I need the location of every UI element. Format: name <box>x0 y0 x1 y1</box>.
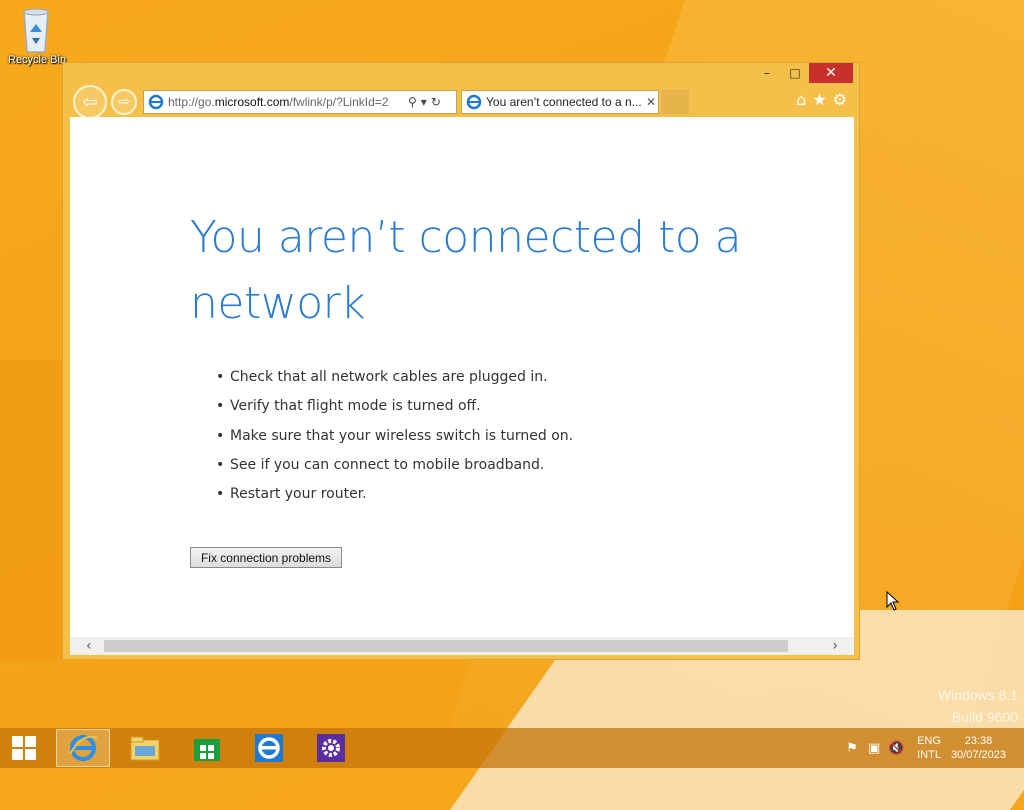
favorites-star-icon[interactable]: ★ <box>812 90 826 109</box>
recycle-bin-icon <box>18 6 54 53</box>
clock-time: 23:38 <box>964 735 993 747</box>
ie-favicon <box>466 94 482 110</box>
list-item: See if you can connect to mobile broadba… <box>216 455 573 484</box>
gear-icon <box>317 734 345 762</box>
windows-logo-icon <box>12 736 36 760</box>
new-tab-button[interactable] <box>661 90 689 114</box>
action-center-flag-icon[interactable]: ⚑ <box>841 737 863 759</box>
list-item: Restart your router. <box>216 484 573 513</box>
windows-watermark: Windows 8.1 Build 9600 <box>938 684 1018 728</box>
mouse-cursor-icon <box>886 591 900 611</box>
watermark-line: Build 9600 <box>951 709 1018 725</box>
start-button[interactable] <box>0 728 48 768</box>
tools-gear-icon[interactable]: ⚙ <box>833 90 847 109</box>
ie-window: – □ ✕ ⇦ ⇨ http://go.microsoft.com/fwlink… <box>62 62 860 660</box>
taskbar-settings[interactable] <box>304 729 358 767</box>
list-item: Verify that flight mode is turned off. <box>216 396 573 425</box>
forward-arrow-icon: ⇨ <box>118 94 130 110</box>
network-disconnected-icon[interactable]: ▣ <box>863 737 885 759</box>
ie-icon <box>69 735 98 761</box>
minimize-button[interactable]: – <box>753 63 781 83</box>
ie-icon <box>255 734 283 762</box>
scrollbar-thumb[interactable] <box>104 640 788 652</box>
back-arrow-icon: ⇦ <box>82 91 98 113</box>
navigation-bar: ⇦ ⇨ http://go.microsoft.com/fwlink/p/?Li… <box>71 85 851 119</box>
search-icon[interactable]: ⚲ <box>408 95 417 109</box>
recycle-bin-desktop-icon[interactable]: Recycle Bin <box>4 6 68 66</box>
volume-muted-icon[interactable]: 🔇 <box>885 737 907 759</box>
store-icon <box>194 739 220 761</box>
browser-tab[interactable]: You aren’t connected to a n... ✕ <box>461 90 659 114</box>
lang-layout: INTL <box>917 749 941 761</box>
refresh-icon[interactable]: ↻ <box>431 95 441 109</box>
input-language[interactable]: ENG INTL <box>917 734 941 762</box>
taskbar-ie[interactable] <box>242 729 296 767</box>
address-url[interactable]: http://go.microsoft.com/fwlink/p/?LinkId… <box>168 95 406 109</box>
list-item: Make sure that your wireless switch is t… <box>216 426 573 455</box>
clock-date: 30/07/2023 <box>950 749 1006 761</box>
clock[interactable]: 23:38 30/07/2023 <box>951 734 1006 762</box>
tab-title: You aren’t connected to a n... <box>486 95 642 109</box>
taskbar: ⚑ ▣ 🔇 ENG INTL 23:38 30/07/2023 <box>0 728 1024 768</box>
forward-button[interactable]: ⇨ <box>111 89 137 115</box>
troubleshooting-list: Check that all network cables are plugge… <box>216 367 573 513</box>
system-tray: ⚑ ▣ 🔇 ENG INTL 23:38 30/07/2023 <box>841 728 1024 768</box>
taskbar-file-explorer[interactable] <box>118 729 172 767</box>
recycle-bin-label: Recycle Bin <box>8 54 67 66</box>
page-title: You aren’t connected to a network <box>190 212 742 329</box>
watermark-line: Windows 8.1 <box>937 687 1018 703</box>
maximize-button[interactable]: □ <box>781 63 809 83</box>
fix-connection-button[interactable]: Fix connection problems <box>190 547 342 568</box>
taskbar-store[interactable] <box>180 729 234 767</box>
home-icon[interactable]: ⌂ <box>796 90 806 109</box>
horizontal-scrollbar[interactable]: ‹ › <box>70 637 854 655</box>
ie-favicon <box>148 94 164 110</box>
back-button[interactable]: ⇦ <box>73 85 107 119</box>
folder-icon <box>130 736 160 761</box>
close-tab-icon[interactable]: ✕ <box>646 95 656 109</box>
address-bar[interactable]: http://go.microsoft.com/fwlink/p/?LinkId… <box>143 90 457 114</box>
window-controls: – □ ✕ <box>753 63 853 85</box>
list-item: Check that all network cables are plugge… <box>216 367 573 396</box>
lang-code: ENG <box>917 735 941 747</box>
close-button[interactable]: ✕ <box>809 63 853 83</box>
page-content: You aren’t connected to a network Check … <box>70 117 854 655</box>
scroll-left-icon[interactable]: ‹ <box>86 637 92 655</box>
scroll-right-icon[interactable]: › <box>832 637 838 655</box>
taskbar-ie-active[interactable] <box>56 729 110 767</box>
dropdown-icon[interactable]: ▾ <box>421 95 427 109</box>
